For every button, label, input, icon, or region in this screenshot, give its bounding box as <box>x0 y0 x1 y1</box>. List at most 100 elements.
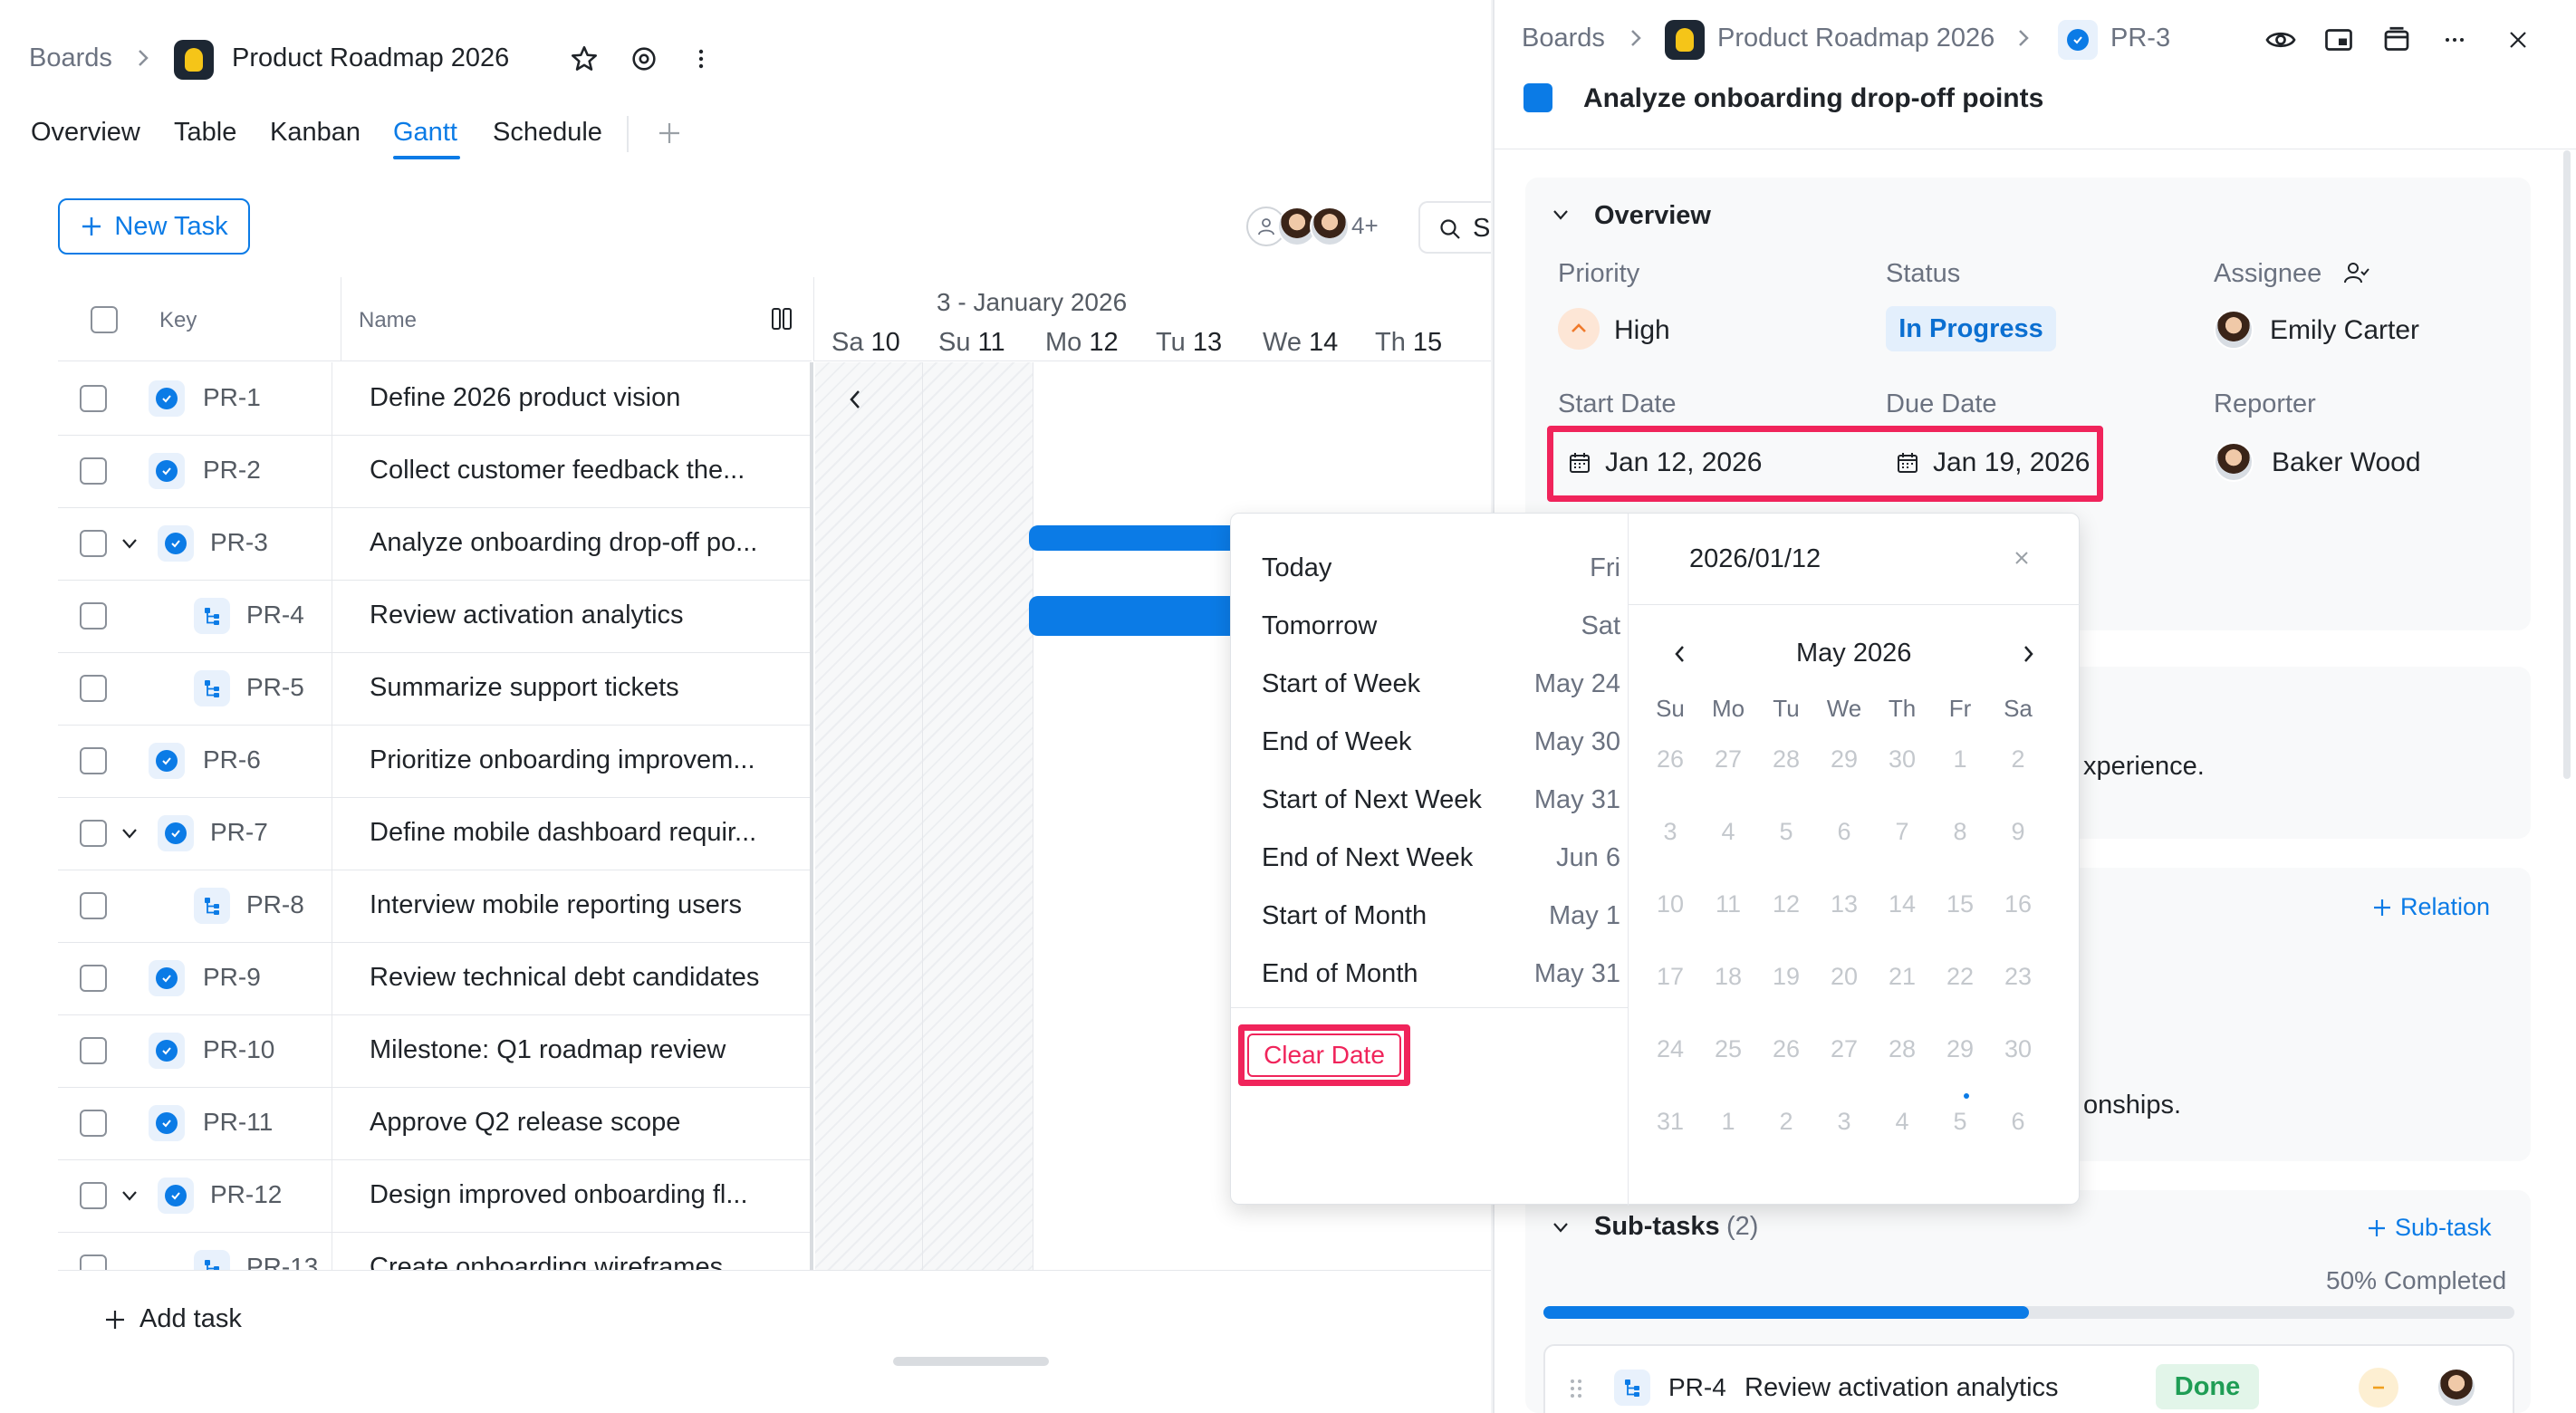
calendar-day[interactable]: 21 <box>1879 963 1925 991</box>
date-input[interactable]: 2026/01/12 <box>1689 544 1821 574</box>
calendar-day[interactable]: 26 <box>1648 745 1693 774</box>
priority-high-icon[interactable] <box>1558 308 1600 350</box>
task-key[interactable]: PR-6 <box>203 745 261 774</box>
row-checkbox[interactable] <box>80 892 107 919</box>
task-key[interactable]: PR-5 <box>246 673 304 702</box>
task-name[interactable]: Define mobile dashboard requir... <box>370 818 756 848</box>
calendar-day[interactable]: 17 <box>1648 963 1693 991</box>
description-text[interactable]: xperience. <box>2083 752 2205 782</box>
member-avatars[interactable]: 4+ <box>1246 203 1400 252</box>
task-name[interactable]: Summarize support tickets <box>370 673 679 703</box>
assignee-value[interactable]: Emily Carter <box>2270 315 2419 346</box>
row-checkbox[interactable] <box>80 1110 107 1137</box>
calendar-day[interactable]: 11 <box>1706 890 1751 918</box>
task-key[interactable]: PR-7 <box>210 818 268 847</box>
quick-date-option[interactable]: End of Week May 30 <box>1262 727 1620 757</box>
quick-date-option[interactable]: Start of Next Week May 31 <box>1262 785 1620 815</box>
calendar-day[interactable]: 3 <box>1821 1108 1867 1136</box>
assign-user-icon[interactable] <box>2342 259 2369 286</box>
close-icon[interactable] <box>2502 24 2534 56</box>
task-name[interactable]: Define 2026 product vision <box>370 383 680 413</box>
priority-value[interactable]: High <box>1614 315 1670 346</box>
task-name[interactable]: Analyze onboarding drop-off po... <box>370 528 757 558</box>
reporter-value[interactable]: Baker Wood <box>2272 447 2421 478</box>
calendar-day[interactable]: 20 <box>1821 963 1867 991</box>
row-checkbox[interactable] <box>80 530 107 557</box>
row-checkbox[interactable] <box>80 602 107 630</box>
priority-medium-icon[interactable] <box>2359 1368 2398 1408</box>
calendar-day[interactable]: 12 <box>1764 890 1809 918</box>
quick-date-option[interactable]: Today Fri <box>1262 553 1620 583</box>
task-name[interactable]: Review activation analytics <box>370 601 684 630</box>
status-badge[interactable]: In Progress <box>1886 306 2056 351</box>
more-horizontal-icon[interactable] <box>2438 24 2471 56</box>
task-name[interactable]: Create onboarding wireframes <box>370 1253 723 1270</box>
task-key[interactable]: PR-11 <box>203 1108 273 1137</box>
quick-date-option[interactable]: Start of Week May 24 <box>1262 669 1620 699</box>
side-panel-icon[interactable] <box>2322 24 2355 56</box>
horizontal-scrollbar[interactable] <box>893 1357 1049 1366</box>
task-key[interactable]: PR-3 <box>210 528 268 557</box>
calendar-day[interactable]: 13 <box>1821 890 1867 918</box>
calendar-day[interactable]: 22 <box>1937 963 1983 991</box>
search-input[interactable]: S <box>1418 201 1491 254</box>
calendar-day[interactable]: 27 <box>1706 745 1751 774</box>
start-date-field[interactable]: Jan 12, 2026 <box>1567 438 1762 487</box>
clear-date-button[interactable]: Clear Date <box>1247 1033 1401 1077</box>
task-name[interactable]: Design improved onboarding fl... <box>370 1180 748 1210</box>
task-key[interactable]: PR-10 <box>203 1035 274 1064</box>
detail-breadcrumb-boards[interactable]: Boards <box>1522 24 1605 53</box>
quick-date-option[interactable]: Tomorrow Sat <box>1262 611 1620 641</box>
calendar-day[interactable]: 10 <box>1648 890 1693 918</box>
row-checkbox[interactable] <box>80 385 107 412</box>
subtask-name[interactable]: Review activation analytics <box>1745 1373 2059 1403</box>
chevron-down-icon[interactable] <box>1549 203 1572 226</box>
add-relation-button[interactable]: Relation <box>2371 893 2490 921</box>
add-subtask-button[interactable]: Sub-task <box>2366 1214 2492 1242</box>
calendar-day[interactable]: 26 <box>1764 1035 1809 1063</box>
expand-chevron-icon[interactable] <box>118 1184 141 1207</box>
detail-breadcrumb-project[interactable]: Product Roadmap 2026 <box>1717 24 1994 53</box>
calendar-day[interactable]: 24 <box>1648 1035 1693 1063</box>
calendar-day[interactable]: 27 <box>1821 1035 1867 1063</box>
task-name[interactable]: Prioritize onboarding improvem... <box>370 745 755 775</box>
calendar-day[interactable]: 16 <box>1995 890 2041 918</box>
calendar-day[interactable]: 2 <box>1764 1108 1809 1136</box>
calendar-day[interactable]: 31 <box>1648 1108 1693 1136</box>
overview-heading[interactable]: Overview <box>1594 201 1711 231</box>
task-name[interactable]: Interview mobile reporting users <box>370 890 742 920</box>
task-name[interactable]: Collect customer feedback the... <box>370 456 745 485</box>
calendar-day[interactable]: 30 <box>1995 1035 2041 1063</box>
row-checkbox[interactable] <box>80 1037 107 1064</box>
calendar-day[interactable]: 7 <box>1879 818 1925 846</box>
quick-date-option[interactable]: Start of Month May 1 <box>1262 901 1620 931</box>
task-key[interactable]: PR-9 <box>203 963 261 992</box>
expand-chevron-icon[interactable] <box>118 532 141 555</box>
calendar-day[interactable]: 6 <box>1821 818 1867 846</box>
calendar-day[interactable]: 28 <box>1879 1035 1925 1063</box>
quick-date-option[interactable]: End of Next Week Jun 6 <box>1262 843 1620 873</box>
subtask-status-badge[interactable]: Done <box>2156 1364 2259 1409</box>
task-name[interactable]: Review technical debt candidates <box>370 963 759 993</box>
calendar-day[interactable]: 1 <box>1706 1108 1751 1136</box>
calendar-day[interactable]: 15 <box>1937 890 1983 918</box>
clear-input-icon[interactable] <box>2012 548 2032 568</box>
task-color-swatch[interactable] <box>1523 83 1552 112</box>
row-checkbox[interactable] <box>80 1254 107 1270</box>
expand-chevron-icon[interactable] <box>118 822 141 845</box>
row-checkbox[interactable] <box>80 820 107 847</box>
row-checkbox[interactable] <box>80 965 107 992</box>
calendar-day[interactable]: 29 <box>1937 1035 1983 1063</box>
gantt-bar-pr-4[interactable] <box>1029 596 1230 636</box>
task-name[interactable]: Approve Q2 release scope <box>370 1108 680 1138</box>
calendar-day[interactable]: 3 <box>1648 818 1693 846</box>
subtasks-heading[interactable]: Sub-tasks <box>1594 1212 1720 1242</box>
calendar-month-label[interactable]: May 2026 <box>1796 639 1911 668</box>
task-key[interactable]: PR-2 <box>203 456 261 485</box>
chevron-down-icon[interactable] <box>1549 1216 1572 1239</box>
task-key[interactable]: PR-13 <box>246 1253 318 1270</box>
calendar-day[interactable]: 4 <box>1879 1108 1925 1136</box>
calendar-day[interactable]: 23 <box>1995 963 2041 991</box>
calendar-day[interactable]: 5 <box>1764 818 1809 846</box>
calendar-day[interactable]: 28 <box>1764 745 1809 774</box>
